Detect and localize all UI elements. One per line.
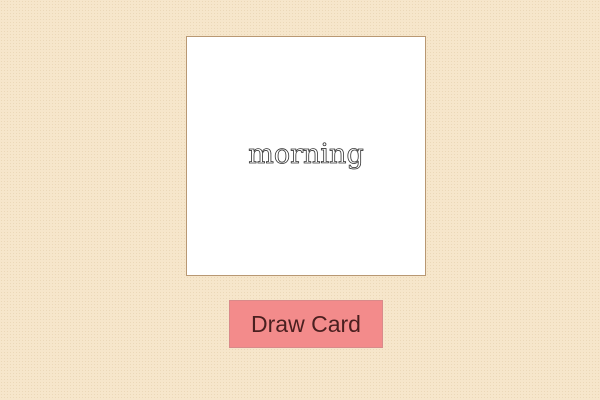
draw-card-button[interactable]: Draw Card [229, 300, 383, 348]
flash-card: morning [186, 36, 426, 276]
card-word: morning [248, 139, 364, 171]
